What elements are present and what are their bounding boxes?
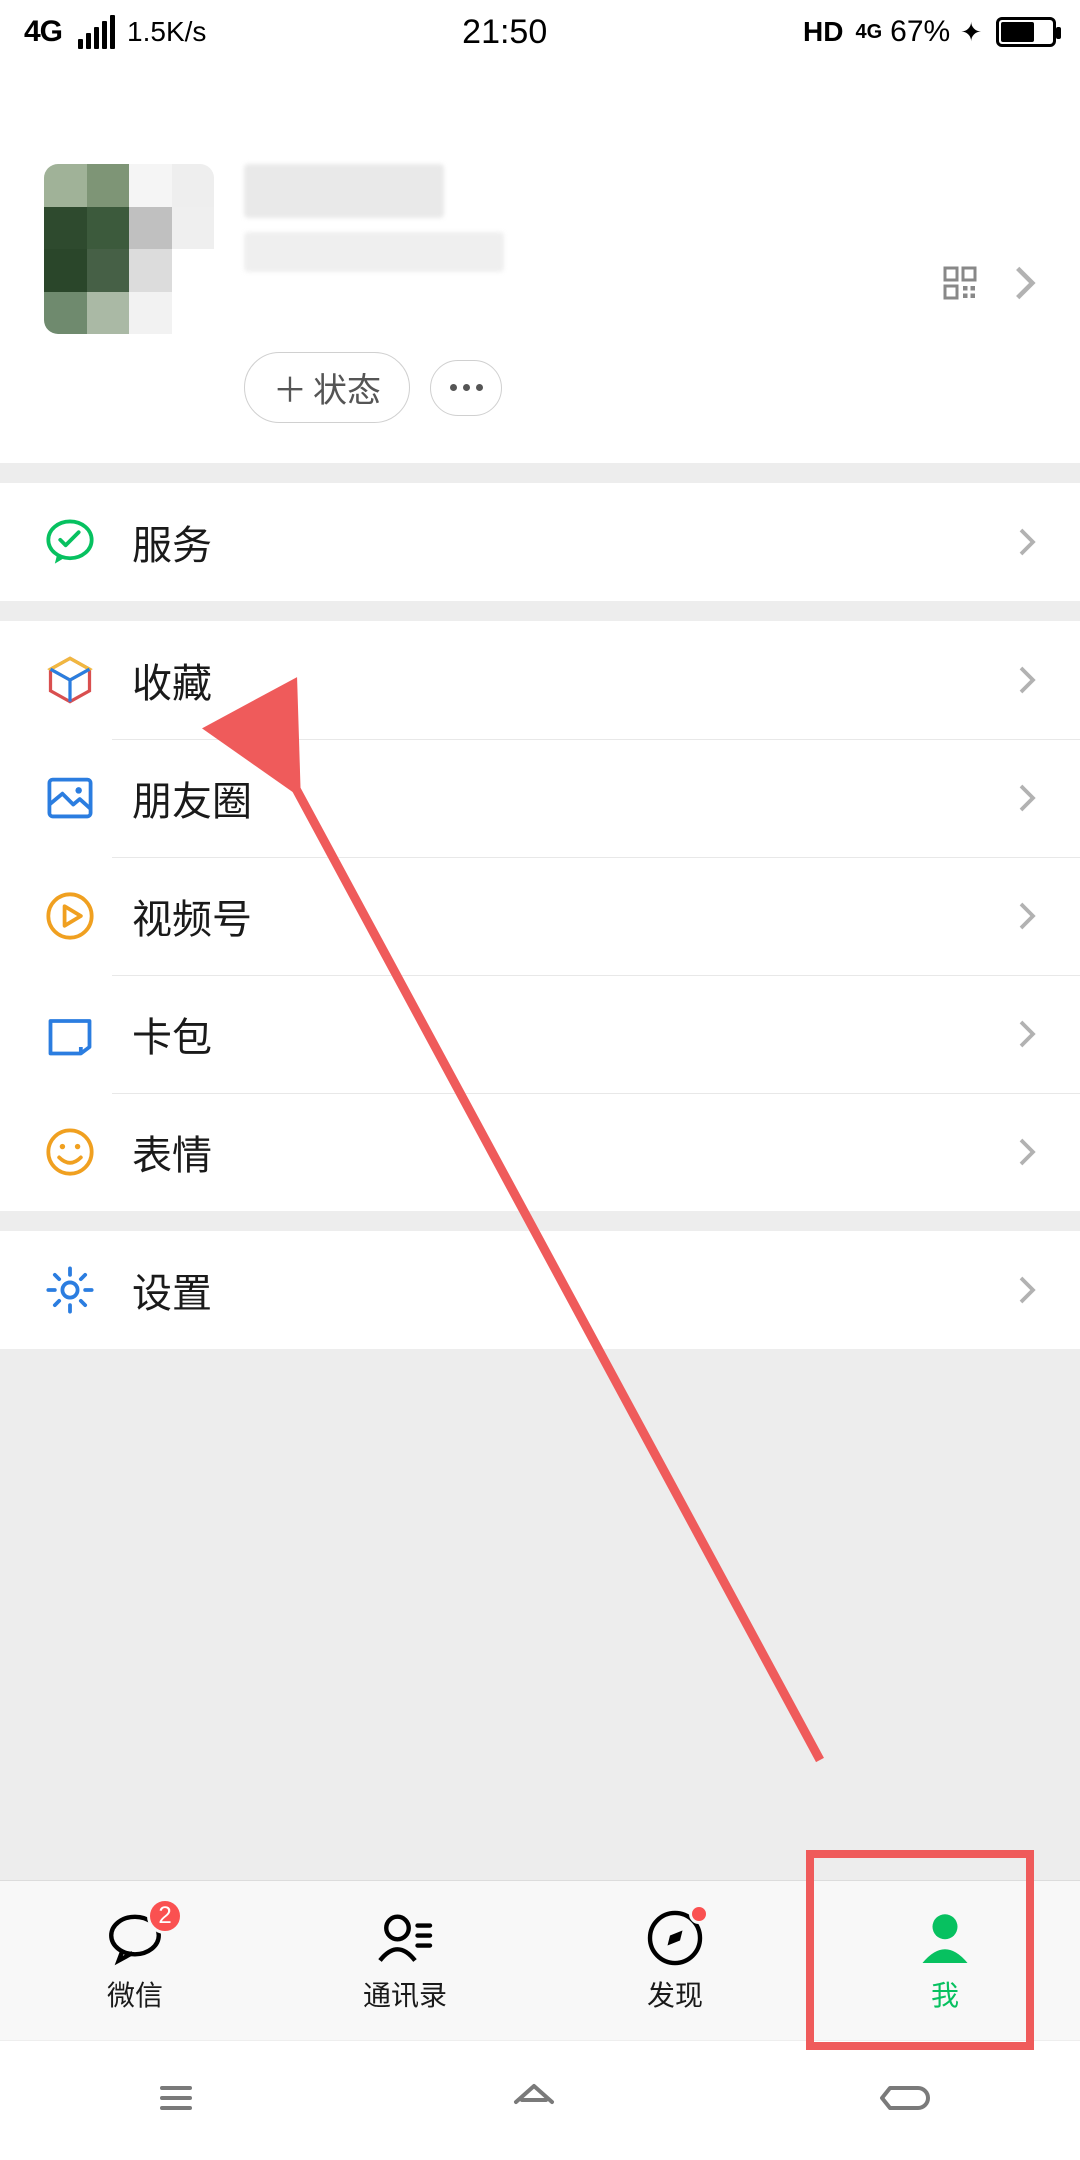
badge-count: 2 [147, 1898, 183, 1934]
tab-label: 发现 [647, 1974, 703, 2014]
chevron-right-icon [1018, 526, 1036, 558]
tab-label: 我 [931, 1974, 959, 2014]
charging-icon: ✦ [960, 17, 982, 48]
settings-icon [44, 1264, 96, 1316]
chevron-right-icon [1018, 782, 1036, 814]
back-button[interactable] [862, 2074, 934, 2127]
menu-label: 表情 [132, 1123, 1018, 1181]
system-nav-bar [0, 2040, 1080, 2160]
tab-me[interactable]: 我 [810, 1881, 1080, 2040]
menu-label: 服务 [132, 513, 1018, 571]
status-right: HD 4G 67% ✦ [803, 15, 1056, 49]
status-button-label: 状态 [313, 363, 381, 412]
chat-icon: 2 [105, 1908, 165, 1968]
channels-icon [44, 890, 96, 942]
chevron-right-icon [1018, 900, 1036, 932]
menu-label: 收藏 [132, 651, 1018, 709]
menu-item-moments[interactable]: 朋友圈 [0, 739, 1080, 857]
chevron-right-icon [1018, 1136, 1036, 1168]
network-type: 4G [24, 15, 62, 49]
menu-item-cards[interactable]: 卡包 [0, 975, 1080, 1093]
contacts-icon [375, 1908, 435, 1968]
recent-apps-button[interactable] [146, 2074, 206, 2127]
plus-icon: ＋ [273, 363, 307, 412]
more-button[interactable] [430, 360, 502, 416]
discover-icon [645, 1908, 705, 1968]
network-speed: 1.5K/s [127, 16, 206, 48]
chevron-right-icon [1014, 264, 1036, 302]
battery-icon [996, 17, 1056, 47]
tab-label: 微信 [107, 1974, 163, 2014]
notification-dot [689, 1904, 709, 1924]
chevron-right-icon [1018, 1018, 1036, 1050]
tab-bar: 2 微信 通讯录 发现 [0, 1880, 1080, 2040]
status-time: 21:50 [462, 13, 547, 52]
hd-icon: HD [803, 16, 843, 48]
stickers-icon [44, 1126, 96, 1178]
services-icon [44, 516, 96, 568]
me-icon [915, 1908, 975, 1968]
tab-contacts[interactable]: 通讯录 [270, 1881, 540, 2040]
qr-code-icon[interactable] [942, 265, 978, 301]
status-left: 4G 1.5K/s [24, 15, 206, 49]
cards-icon [44, 1008, 96, 1060]
profile-id-redacted [244, 232, 504, 272]
menu-label: 视频号 [132, 887, 1018, 945]
battery-percent: 67% [890, 15, 950, 49]
menu-item-favorites[interactable]: 收藏 [0, 621, 1080, 739]
menu-label: 设置 [132, 1261, 1018, 1319]
profile-name-redacted [244, 164, 444, 218]
tab-wechat[interactable]: 2 微信 [0, 1881, 270, 2040]
tab-discover[interactable]: 发现 [540, 1881, 810, 2040]
favorites-icon [44, 654, 96, 706]
menu-item-settings[interactable]: 设置 [0, 1231, 1080, 1349]
menu-item-stickers[interactable]: 表情 [0, 1093, 1080, 1211]
chevron-right-icon [1018, 1274, 1036, 1306]
avatar[interactable] [44, 164, 214, 334]
home-button[interactable] [498, 2074, 570, 2127]
menu-item-services[interactable]: 服务 [0, 483, 1080, 601]
tab-label: 通讯录 [363, 1974, 447, 2014]
menu-label: 朋友圈 [132, 769, 1018, 827]
moments-icon [44, 772, 96, 824]
menu-item-channels[interactable]: 视频号 [0, 857, 1080, 975]
profile-info [214, 164, 1036, 272]
profile-card[interactable]: ＋ 状态 [0, 64, 1080, 463]
status-bar: 4G 1.5K/s 21:50 HD 4G 67% ✦ [0, 0, 1080, 64]
network-type-2: 4G [855, 21, 882, 44]
menu-label: 卡包 [132, 1005, 1018, 1063]
signal-icon [78, 15, 115, 49]
chevron-right-icon [1018, 664, 1036, 696]
status-button[interactable]: ＋ 状态 [244, 352, 410, 423]
